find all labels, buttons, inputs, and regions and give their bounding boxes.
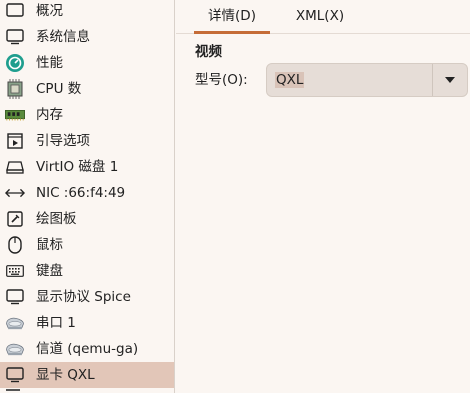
sidebar-item-nic[interactable]: NIC :66:f4:49 [0, 180, 174, 206]
sidebar-item-boot-options[interactable]: 引导选项 [0, 128, 174, 154]
tab-xml[interactable]: XML(X) [282, 0, 358, 34]
sidebar-item-label: 绘图板 [36, 211, 77, 227]
section-title-video: 视频 [195, 44, 222, 60]
sidebar-item-label: NIC :66:f4:49 [36, 185, 126, 201]
network-icon [5, 184, 25, 202]
sidebar-item-label: 概况 [36, 3, 63, 19]
sidebar-item-label: CPU 数 [36, 81, 82, 97]
sidebar-item-label: VirtIO 磁盘 1 [36, 159, 119, 175]
memory-icon [5, 106, 25, 124]
dropdown-button[interactable] [433, 64, 467, 96]
serial-icon [5, 314, 25, 332]
sidebar-item-label: 键盘 [36, 263, 63, 279]
tab-bar: 详情(D) XML(X) [176, 0, 470, 34]
vm-details-window: 概况 系统信息 性能 CPU 数 内存 引导选项 VirtIO 磁盘 1 NIC… [0, 0, 470, 393]
sidebar-item-label: 引导选项 [36, 133, 90, 149]
sidebar-item-label: 信道 (qemu-ga) [36, 341, 139, 357]
mouse-icon [5, 236, 25, 254]
sidebar-item-system-info[interactable]: 系统信息 [0, 24, 174, 50]
model-label: 型号(O): [195, 72, 248, 88]
sidebar-item-virtio-disk[interactable]: VirtIO 磁盘 1 [0, 154, 174, 180]
keyboard-icon [5, 262, 25, 280]
sidebar-item-overview[interactable]: 概况 [0, 0, 174, 24]
video-icon [5, 366, 25, 384]
sidebar-item-video-qxl[interactable]: 显卡 QXL [0, 362, 174, 388]
disk-icon [5, 158, 25, 176]
sidebar-item-label: 显示协议 Spice [36, 289, 131, 305]
sidebar-item-label: 串口 1 [36, 315, 76, 331]
sidebar-item-label: 系统信息 [36, 29, 90, 45]
sidebar-item-performance[interactable]: 性能 [0, 50, 174, 76]
sidebar-item-label: 显卡 QXL [36, 367, 95, 383]
model-combobox[interactable]: QXL [266, 63, 468, 97]
sidebar-item-tablet[interactable]: 绘图板 [0, 206, 174, 232]
tablet-icon [5, 210, 25, 228]
sidebar-item-label: 内存 [36, 107, 63, 123]
cpu-icon [5, 79, 25, 99]
channel-icon [5, 340, 25, 358]
sidebar-item-label: 性能 [36, 55, 63, 71]
sidebar-item-label: 鼠标 [36, 237, 63, 253]
display-icon [5, 288, 25, 306]
chevron-down-icon [444, 72, 456, 88]
partial-item-icon [6, 389, 20, 393]
sidebar-item-mouse[interactable]: 鼠标 [0, 232, 174, 258]
model-value-text: QXL [275, 72, 305, 88]
sidebar-item-keyboard[interactable]: 键盘 [0, 258, 174, 284]
monitor-icon [5, 28, 25, 46]
boot-icon [5, 132, 25, 150]
sidebar-item-display-spice[interactable]: 显示协议 Spice [0, 284, 174, 310]
tab-details[interactable]: 详情(D) [194, 0, 270, 34]
sidebar-item-cpu[interactable]: CPU 数 [0, 76, 174, 102]
sidebar-item-serial[interactable]: 串口 1 [0, 310, 174, 336]
performance-icon [5, 54, 25, 72]
hardware-list[interactable]: 概况 系统信息 性能 CPU 数 内存 引导选项 VirtIO 磁盘 1 NIC… [0, 0, 175, 393]
sidebar-item-channel[interactable]: 信道 (qemu-ga) [0, 336, 174, 362]
sidebar-item-memory[interactable]: 内存 [0, 102, 174, 128]
overview-icon [5, 2, 25, 20]
model-value[interactable]: QXL [275, 71, 305, 89]
